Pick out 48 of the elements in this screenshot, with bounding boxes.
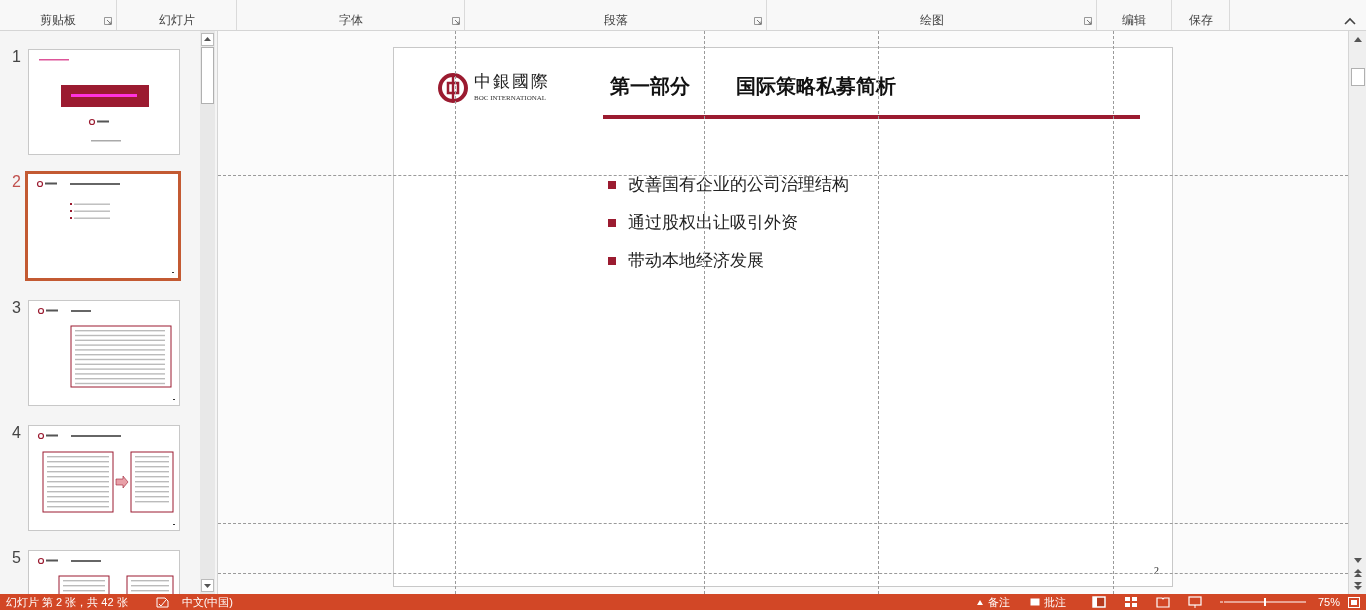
notes-button[interactable]: 备注 <box>969 594 1016 610</box>
normal-view-icon[interactable] <box>1091 596 1106 608</box>
dialog-launcher-icon[interactable] <box>452 17 460 25</box>
slide-thumbnail[interactable] <box>28 425 180 531</box>
slide-thumbnail[interactable] <box>28 49 180 155</box>
scroll-thumb[interactable] <box>1350 68 1365 86</box>
proofing-icon[interactable] <box>155 596 170 608</box>
bullet-icon <box>608 180 616 189</box>
slideshow-icon[interactable] <box>1187 596 1202 608</box>
slide-thumbnail[interactable] <box>25 171 181 281</box>
slide-number: 4 <box>11 425 22 441</box>
zoom-level[interactable]: 75% <box>1317 594 1340 610</box>
slide-number: 1 <box>11 49 22 65</box>
caret-icon <box>975 598 984 606</box>
language-label[interactable]: 中文(中国) <box>181 594 233 610</box>
bullet-text: 通过股权出让吸引外资 <box>628 212 798 233</box>
dialog-launcher-icon[interactable] <box>104 17 112 25</box>
scroll-down-icon[interactable] <box>201 579 214 592</box>
scrollbar[interactable] <box>200 31 215 594</box>
bullet-icon <box>608 256 616 265</box>
dialog-launcher-icon[interactable] <box>754 17 762 25</box>
dialog-launcher-icon[interactable] <box>1084 17 1092 25</box>
slide-count: 幻灯片 第 2 张，共 42 张 <box>6 595 128 610</box>
slide-title: 国际策略私募简析 <box>736 74 896 98</box>
slide-number: 5 <box>11 550 22 566</box>
fit-to-window-icon[interactable] <box>1348 596 1360 608</box>
slide-sorter-icon[interactable] <box>1123 596 1138 608</box>
group-label: 字体 <box>338 13 363 27</box>
scroll-up-icon[interactable] <box>201 33 214 46</box>
scroll-thumb[interactable] <box>201 47 214 104</box>
slide-number: 3 <box>11 300 22 316</box>
group-label: 保存 <box>1188 13 1213 27</box>
group-label: 剪贴板 <box>40 13 76 27</box>
group-label: 段落 <box>603 13 628 27</box>
slide-number: 2 <box>11 174 22 190</box>
group-label: 绘图 <box>919 13 944 27</box>
group-label: 编辑 <box>1122 13 1146 27</box>
reading-view-icon[interactable] <box>1155 596 1170 608</box>
section-label: 第一部分 <box>610 74 690 98</box>
group-label: 幻灯片 <box>158 13 195 27</box>
logo-text: 中銀國際 <box>474 72 550 92</box>
scrollbar[interactable] <box>1348 31 1366 594</box>
logo-icon <box>438 73 468 103</box>
comments-button[interactable]: 批注 <box>1023 594 1072 610</box>
comment-icon <box>1029 598 1040 606</box>
slide-thumbnail[interactable] <box>28 300 180 406</box>
collapse-ribbon-icon[interactable] <box>1344 17 1356 25</box>
bullet-icon <box>608 218 616 227</box>
